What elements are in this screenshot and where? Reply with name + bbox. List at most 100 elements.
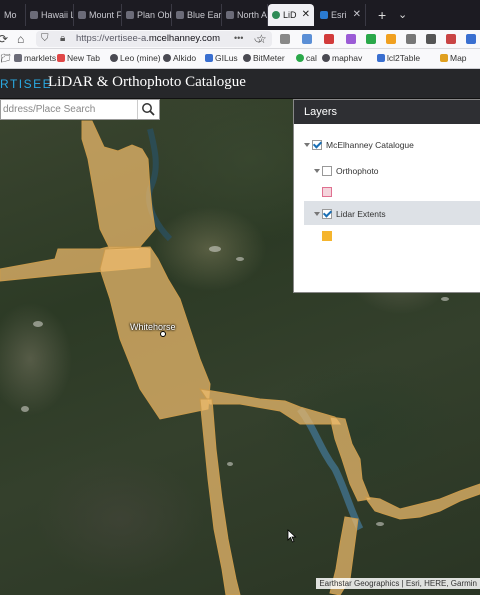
layer-label: Lidar Extents xyxy=(336,209,386,219)
bookmark-item[interactable]: Map xyxy=(440,49,467,68)
extension-icon[interactable] xyxy=(466,34,476,44)
tab-favicon-icon xyxy=(126,11,134,19)
browser-tab[interactable]: North Am xyxy=(222,4,268,26)
close-tab-icon[interactable]: ✕ xyxy=(302,4,310,26)
download-icon[interactable] xyxy=(280,34,290,44)
search-button[interactable] xyxy=(137,100,159,119)
city-label: Whitehorse xyxy=(130,322,176,332)
bookmark-icon xyxy=(440,54,448,62)
browser-tab[interactable]: Mo xyxy=(0,4,26,26)
close-tab-icon[interactable]: ✕ xyxy=(353,4,361,26)
tab-favicon-icon xyxy=(272,11,280,19)
bookmark-icon xyxy=(322,54,330,62)
layer-checkbox[interactable] xyxy=(312,140,322,150)
extension-icon[interactable] xyxy=(366,34,376,44)
lidar-extent-east[interactable] xyxy=(363,483,480,520)
bookmark-item[interactable]: lcl2Table xyxy=(377,49,420,68)
bookmark-item[interactable]: cal xyxy=(296,49,317,68)
tab-label: Plan Obli xyxy=(137,10,172,20)
bookmark-label: Map xyxy=(450,53,467,63)
url-prefix: https://vertisee-a. xyxy=(76,33,149,44)
tab-favicon-icon xyxy=(320,11,328,19)
tab-label: Mount F xyxy=(89,10,122,20)
tab-label: Esri xyxy=(331,10,347,20)
bookmark-item[interactable]: maphav xyxy=(322,49,362,68)
caret-down-icon[interactable] xyxy=(314,169,320,173)
lidar-extent-south-road[interactable] xyxy=(199,398,241,595)
url-text[interactable]: https://vertisee-a.mcelhanney.com xyxy=(76,33,220,44)
app-header: RTISEE LiDAR & Orthophoto Catalogue xyxy=(0,69,480,99)
layer-group-mcelhanney[interactable]: McElhanney Catalogue xyxy=(304,134,414,156)
bookmark-icon xyxy=(205,54,213,62)
bookmarks-folder-icon[interactable]: 📁︎ xyxy=(0,49,11,68)
extension-icon[interactable] xyxy=(386,34,396,44)
bookmark-item[interactable]: Leo (mine) xyxy=(110,49,161,68)
bookmark-label: Leo (mine) xyxy=(120,53,161,63)
layer-checkbox[interactable] xyxy=(322,166,332,176)
browser-tab[interactable]: Plan Obli xyxy=(122,4,172,26)
bookmark-label: marklets xyxy=(24,53,57,63)
bookmark-label: Alkido xyxy=(173,53,197,63)
bookmark-label: New Tab xyxy=(67,53,100,63)
new-tab-icon[interactable]: + xyxy=(378,4,386,26)
layer-item-orthophoto[interactable]: Orthophoto xyxy=(314,160,379,182)
home-icon[interactable]: ⌂ xyxy=(17,30,24,48)
reload-icon[interactable]: ⟳ xyxy=(0,30,8,48)
page-title: LiDAR & Orthophoto Catalogue xyxy=(48,74,246,90)
layer-label: Orthophoto xyxy=(336,166,379,176)
city-marker-icon[interactable] xyxy=(160,331,166,337)
tab-label: North Am xyxy=(237,10,268,20)
tab-favicon-icon xyxy=(78,11,86,19)
bookmark-icon xyxy=(110,54,118,62)
bookmark-item[interactable]: BitMeter xyxy=(243,49,285,68)
lidar-extent-lake[interactable] xyxy=(329,416,371,502)
extension-icon[interactable] xyxy=(346,34,356,44)
tab-label: Blue Earth xyxy=(187,10,222,20)
browser-tab-active[interactable]: LiD ✕ xyxy=(268,4,314,26)
layer-checkbox[interactable] xyxy=(322,209,332,219)
browser-tab-bar: Mo Hawaii Lo Mount F Plan Obli Blue Eart… xyxy=(0,0,480,30)
lidar-extent-east-road[interactable] xyxy=(198,388,341,425)
tab-favicon-icon xyxy=(30,11,38,19)
browser-tab[interactable]: Blue Earth xyxy=(172,4,222,26)
more-icon[interactable]: ••• xyxy=(234,33,243,43)
layer-item-lidar-extents[interactable]: Lidar Extents xyxy=(314,203,386,225)
caret-down-icon[interactable] xyxy=(314,212,320,216)
map-view[interactable]: Whitehorse Layers McElhanney Catalogue O… xyxy=(0,99,480,595)
bookmarks-bar: 📁︎ marklets New Tab Leo (mine) Alkido GI… xyxy=(0,49,480,69)
address-bar[interactable]: ⛉ 🔒︎ https://vertisee-a.mcelhanney.com •… xyxy=(36,31,272,47)
bookmark-item[interactable]: New Tab xyxy=(57,49,100,68)
browser-tab[interactable]: Hawaii Lo xyxy=(26,4,74,26)
extension-icon[interactable] xyxy=(426,34,436,44)
bookmark-label: lcl2Table xyxy=(387,53,421,63)
bookmark-icon xyxy=(57,54,65,62)
shield-icon: ⛉ xyxy=(41,33,49,44)
bookmark-item[interactable]: marklets xyxy=(14,49,56,68)
lidar-extent-north[interactable] xyxy=(81,120,156,250)
extension-icon[interactable] xyxy=(324,34,334,44)
chevron-down-icon[interactable]: ⌄ xyxy=(398,4,407,26)
bookmark-icon xyxy=(243,54,251,62)
star-icon[interactable]: ☆ xyxy=(256,30,267,48)
orthophoto-legend-swatch xyxy=(322,187,332,197)
browser-tab[interactable]: Mount F xyxy=(74,4,122,26)
bookmark-label: BitMeter xyxy=(253,53,285,63)
extension-icon[interactable] xyxy=(302,34,312,44)
extension-icon[interactable] xyxy=(446,34,456,44)
mouse-cursor-icon xyxy=(287,529,297,543)
browser-nav-bar: ⟳ ⌂ ⛉ 🔒︎ https://vertisee-a.mcelhanney.c… xyxy=(0,30,480,49)
bookmark-label: maphav xyxy=(332,53,363,63)
layers-panel-title: Layers xyxy=(294,100,480,124)
search-input[interactable] xyxy=(1,100,142,119)
bookmark-icon xyxy=(377,54,385,62)
bookmark-label: cal xyxy=(306,53,317,63)
caret-down-icon[interactable] xyxy=(304,143,310,147)
place-search xyxy=(0,99,160,120)
extension-icon[interactable] xyxy=(406,34,416,44)
lidar-extent-whitehorse[interactable] xyxy=(99,246,211,420)
bookmark-label: GILus xyxy=(215,53,238,63)
lock-icon: 🔒︎ xyxy=(60,33,66,44)
browser-tab[interactable]: Esri ✕ xyxy=(316,4,366,26)
bookmark-item[interactable]: GILus xyxy=(205,49,238,68)
bookmark-item[interactable]: Alkido xyxy=(163,49,196,68)
